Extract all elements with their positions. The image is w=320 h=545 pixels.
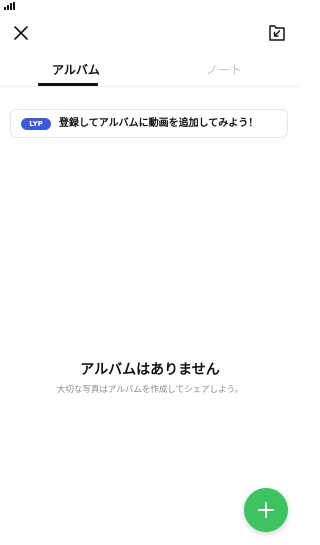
active-tab-indicator: [38, 83, 98, 86]
lyp-badge: LYP: [21, 118, 51, 130]
promo-text: 登録してアルバムに動画を追加してみよう！: [59, 118, 259, 129]
tab-bar: アルバム ノート: [0, 54, 300, 87]
tab-note[interactable]: ノート: [166, 54, 282, 86]
empty-state-subtitle: 大切な写真はアルバムを作成してシェアしよう。: [56, 385, 244, 395]
empty-state-title: アルバムはありません: [80, 362, 220, 378]
close-icon: [14, 26, 28, 40]
save-album-button[interactable]: [266, 22, 288, 44]
promo-banner[interactable]: LYP 登録してアルバムに動画を追加してみよう！: [10, 109, 288, 138]
create-album-button[interactable]: [244, 488, 288, 532]
plus-icon: [258, 502, 274, 518]
download-folder-icon: [269, 25, 285, 41]
signal-bars-icon: [4, 2, 18, 10]
tab-album[interactable]: アルバム: [18, 54, 134, 86]
status-bar: [0, 0, 300, 14]
close-button[interactable]: [10, 22, 32, 44]
top-bar: [0, 18, 300, 48]
